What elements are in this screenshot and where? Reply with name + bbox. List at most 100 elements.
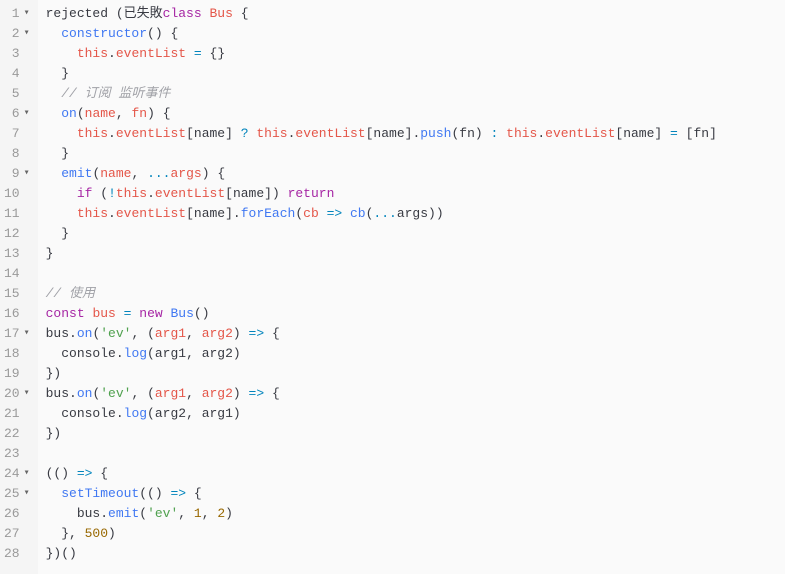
code-line[interactable]: this.eventList[name] ? this.eventList[na…	[46, 124, 785, 144]
token-op: =	[194, 46, 202, 61]
code-line[interactable]: if (!this.eventList[name]) return	[46, 184, 785, 204]
code-line[interactable]: this.eventList[name].forEach(cb => cb(..…	[46, 204, 785, 224]
token-pun: },	[61, 526, 84, 541]
line-number: 21	[4, 404, 20, 424]
fold-icon[interactable]: ▾	[22, 324, 32, 344]
code-line[interactable]: // 使用	[46, 284, 785, 304]
token-fn: push	[420, 126, 451, 141]
gutter-line: 10	[4, 184, 32, 204]
token-fn: setTimeout	[61, 486, 139, 501]
token-id: fn	[131, 106, 147, 121]
line-number: 19	[4, 364, 20, 384]
token-plain: args	[397, 206, 428, 221]
code-line[interactable]: const bus = new Bus()	[46, 304, 785, 324]
code-line[interactable]: emit(name, ...args) {	[46, 164, 785, 184]
token-this: this	[506, 126, 537, 141]
token-plain	[163, 306, 171, 321]
gutter-line: 20▾	[4, 384, 32, 404]
code-line[interactable]	[46, 264, 785, 284]
gutter-line: 24▾	[4, 464, 32, 484]
token-pun: }	[61, 66, 69, 81]
code-line[interactable]: setTimeout(() => {	[46, 484, 785, 504]
token-plain: fn	[693, 126, 709, 141]
token-plain	[241, 326, 249, 341]
token-plain	[498, 126, 506, 141]
gutter-line: 19	[4, 364, 32, 384]
token-plain: name	[373, 126, 404, 141]
line-number: 12	[4, 224, 20, 244]
code-line[interactable]: })	[46, 424, 785, 444]
token-fn: log	[124, 406, 147, 421]
gutter-line: 3	[4, 44, 32, 64]
code-line[interactable]: }	[46, 144, 785, 164]
fold-icon[interactable]: ▾	[22, 24, 32, 44]
token-num: 500	[85, 526, 108, 541]
token-kw: if	[77, 186, 93, 201]
line-number: 13	[4, 244, 20, 264]
code-line[interactable]: bus.on('ev', (arg1, arg2) => {	[46, 384, 785, 404]
code-line[interactable]: rejected (已失敗class Bus {	[46, 4, 785, 24]
code-line[interactable]: constructor() {	[46, 24, 785, 44]
token-pun: (	[139, 506, 147, 521]
token-pun: .	[108, 206, 116, 221]
fold-icon[interactable]: ▾	[22, 104, 32, 124]
token-prop: eventList	[116, 206, 186, 221]
token-plain	[155, 106, 163, 121]
token-plain	[264, 326, 272, 341]
code-line[interactable]: }	[46, 224, 785, 244]
token-pun: .	[100, 506, 108, 521]
token-pun: )	[233, 386, 241, 401]
code-line[interactable]: }	[46, 244, 785, 264]
gutter-line: 5	[4, 84, 32, 104]
token-plain	[319, 206, 327, 221]
code-line[interactable]: })()	[46, 544, 785, 564]
code-line[interactable]: bus.emit('ev', 1, 2)	[46, 504, 785, 524]
fold-icon[interactable]: ▾	[22, 164, 32, 184]
code-line[interactable]: }	[46, 64, 785, 84]
token-pun: ,	[202, 506, 218, 521]
token-pun: )	[225, 506, 233, 521]
token-pun: (	[295, 206, 303, 221]
token-pun: }	[61, 146, 69, 161]
code-line[interactable]: })	[46, 364, 785, 384]
code-line[interactable]: bus.on('ev', (arg1, arg2) => {	[46, 324, 785, 344]
gutter-line: 12	[4, 224, 32, 244]
code-line[interactable]: (() => {	[46, 464, 785, 484]
token-this: this	[256, 126, 287, 141]
line-number: 17	[4, 324, 20, 344]
token-plain	[342, 206, 350, 221]
fold-icon[interactable]: ▾	[22, 464, 32, 484]
fold-icon[interactable]: ▾	[22, 484, 32, 504]
token-pun: .	[116, 406, 124, 421]
line-number: 5	[12, 84, 20, 104]
line-number: 18	[4, 344, 20, 364]
token-plain: console	[61, 406, 116, 421]
token-plain: name	[194, 126, 225, 141]
token-plain: arg2	[202, 346, 233, 361]
line-number: 15	[4, 284, 20, 304]
token-plain	[264, 386, 272, 401]
code-line[interactable]: on(name, fn) {	[46, 104, 785, 124]
token-pun: .	[69, 386, 77, 401]
code-line[interactable]: console.log(arg1, arg2)	[46, 344, 785, 364]
token-op: =>	[327, 206, 343, 221]
code-editor[interactable]: 1▾2▾3456▾789▾1011121314151617▾181920▾212…	[0, 0, 785, 574]
token-fn: on	[77, 386, 93, 401]
fold-icon[interactable]: ▾	[22, 384, 32, 404]
line-number: 11	[4, 204, 20, 224]
token-pun: {	[170, 26, 178, 41]
token-pun: )	[475, 126, 483, 141]
token-pun: {	[100, 466, 108, 481]
code-line[interactable]: this.eventList = {}	[46, 44, 785, 64]
token-prop: eventList	[545, 126, 615, 141]
token-plain: name	[623, 126, 654, 141]
fold-icon[interactable]: ▾	[22, 4, 32, 24]
code-line[interactable]: console.log(arg2, arg1)	[46, 404, 785, 424]
token-pun: })	[46, 426, 62, 441]
token-plain	[186, 486, 194, 501]
code-line[interactable]	[46, 444, 785, 464]
token-pun: ,	[186, 326, 202, 341]
code-line[interactable]: // 订阅 监听事件	[46, 84, 785, 104]
code-area[interactable]: rejected (已失敗class Bus { constructor() {…	[38, 0, 785, 574]
code-line[interactable]: }, 500)	[46, 524, 785, 544]
